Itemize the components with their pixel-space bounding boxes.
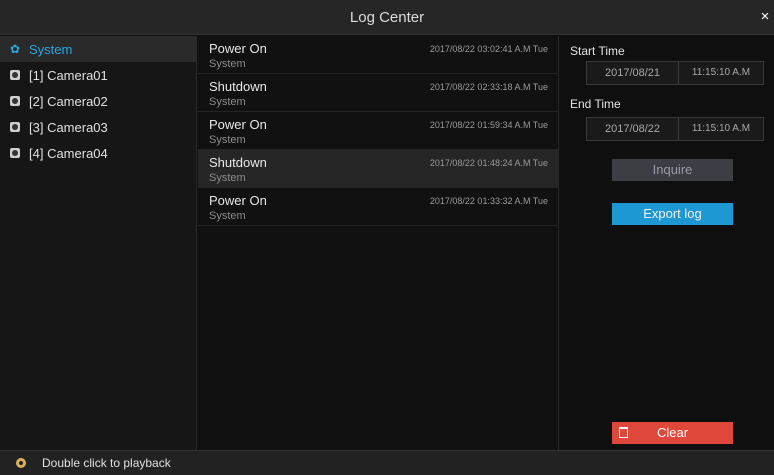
sidebar-item-label: [3] Camera03 [29,119,108,135]
clear-label: Clear [656,425,689,440]
start-date-value[interactable]: 2017/08/21 [587,62,679,84]
sidebar-item-camera04[interactable]: [4] Camera04 [0,140,196,166]
window-title: Log Center [349,9,425,26]
gear-icon: ✿ [10,42,21,56]
log-source: System [209,96,246,108]
end-time-label: End Time [570,97,621,111]
log-time: 2017/08/22 01:59:34 A.M Tue [429,120,548,130]
log-row[interactable]: Power On System 2017/08/22 01:59:34 A.M … [198,112,558,150]
end-time-value[interactable]: 11:15:10 A.M [679,118,763,140]
log-type: Shutdown [209,79,267,94]
log-row[interactable]: Power On System 2017/08/22 01:33:32 A.M … [198,188,558,226]
log-source: System [209,134,246,146]
end-time-field[interactable]: 2017/08/22 11:15:10 A.M [586,117,764,141]
log-source: System [209,172,246,184]
sidebar-item-label: [4] Camera04 [29,145,108,161]
sidebar-item-system[interactable]: ✿ System [0,36,196,62]
log-source: System [209,210,246,222]
log-type: Power On [209,117,267,132]
log-list: Power On System 2017/08/22 03:02:41 A.M … [198,36,559,450]
status-bar: Double click to playback [0,450,774,475]
log-type: Power On [209,193,267,208]
camera-icon [10,96,20,106]
sidebar-item-label: System [29,41,73,57]
start-time-label: Start Time [570,44,625,58]
log-time: 2017/08/22 03:02:41 A.M Tue [429,44,548,54]
log-center-window: Log Center × ✿ System [1] Camera01 [2] C… [0,0,774,475]
sidebar-item-camera01[interactable]: [1] Camera01 [0,62,196,88]
sidebar-item-camera02[interactable]: [2] Camera02 [0,88,196,114]
sidebar-item-label: [1] Camera01 [29,67,108,83]
start-time-value[interactable]: 11:15:10 A.M [679,62,763,84]
title-bar: Log Center × [0,0,774,35]
sidebar-item-label: [2] Camera02 [29,93,108,109]
log-type: Power On [209,41,267,56]
clear-button[interactable]: Clear [612,422,733,444]
start-time-field[interactable]: 2017/08/21 11:15:10 A.M [586,61,764,85]
camera-icon [10,148,20,158]
close-icon[interactable]: × [758,9,772,25]
log-time: 2017/08/22 01:33:32 A.M Tue [429,196,548,206]
log-time: 2017/08/22 02:33:18 A.M Tue [429,82,548,92]
inquire-button[interactable]: Inquire [612,159,733,181]
camera-icon [10,70,20,80]
filter-panel: Start Time 2017/08/21 11:15:10 A.M End T… [560,36,774,450]
status-text: Double click to playback [42,456,171,470]
log-row[interactable]: Shutdown System 2017/08/22 01:48:24 A.M … [198,150,558,188]
end-date-value[interactable]: 2017/08/22 [587,118,679,140]
channel-sidebar: ✿ System [1] Camera01 [2] Camera02 [3] C… [0,36,197,450]
trash-icon [619,427,628,438]
log-source: System [209,58,246,70]
camera-icon [10,122,20,132]
log-row[interactable]: Power On System 2017/08/22 03:02:41 A.M … [198,36,558,74]
log-row[interactable]: Shutdown System 2017/08/22 02:33:18 A.M … [198,74,558,112]
export-log-button[interactable]: Export log [612,203,733,225]
log-type: Shutdown [209,155,267,170]
log-time: 2017/08/22 01:48:24 A.M Tue [429,158,548,168]
sidebar-item-camera03[interactable]: [3] Camera03 [0,114,196,140]
hint-icon [16,458,26,468]
